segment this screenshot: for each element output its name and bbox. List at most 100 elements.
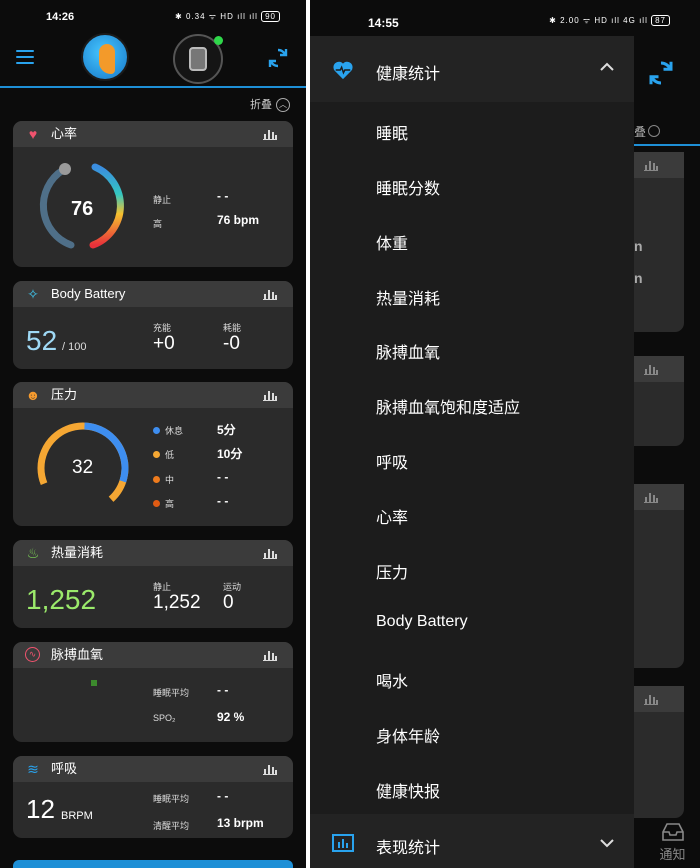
drawer-item-respiration[interactable]: 呼吸	[376, 449, 408, 473]
drawer-item-pulse-ox-acclimation[interactable]: 脉搏血氧饱和度适应	[376, 394, 520, 418]
stress-person-icon: ☻	[25, 387, 41, 403]
calories-card[interactable]: ♨ 热量消耗 1,252 静止 1,252 运动 0	[13, 540, 293, 628]
stress-row-label: 低	[165, 450, 175, 460]
performance-stats-header[interactable]: 表现统计	[310, 814, 634, 868]
body-battery-icon: ✧	[27, 286, 39, 302]
heart-icon: ♥	[28, 126, 38, 142]
card-title: 脉搏血氧	[51, 647, 104, 662]
bar-chart-icon[interactable]	[263, 288, 277, 300]
collapse-toggle[interactable]: 折叠 ︿	[250, 96, 290, 113]
respiration-unit: BRPM	[61, 810, 93, 822]
status-icons: ✱ 2.00 ᯤ HD ıll 4G ıll 87	[549, 15, 670, 26]
drawer-item-hydration[interactable]: 喝水	[376, 668, 408, 692]
battery-icon: 87	[651, 15, 670, 26]
card-header: ♨ 热量消耗	[13, 540, 293, 566]
watch-device-icon[interactable]	[173, 34, 223, 84]
status-icons-text: ✱ 2.00 ᯤ HD ıll 4G ıll	[549, 16, 648, 25]
drawer-item-sleep-score[interactable]: 睡眠分数	[376, 175, 440, 199]
stress-row-value: 5分	[217, 423, 236, 437]
stress-row-label: 中	[165, 475, 175, 485]
bar-chart-icon[interactable]	[263, 128, 277, 140]
chevron-up-icon	[600, 62, 614, 71]
bar-chart-icon[interactable]	[263, 547, 277, 559]
drawer-item-pulse-ox[interactable]: 脉搏血氧	[376, 339, 440, 363]
app-bar	[0, 30, 306, 88]
spo2-value: 92 %	[217, 710, 245, 724]
high-label: 高	[153, 219, 163, 229]
heart-rate-value: 76	[71, 198, 94, 220]
chevron-up-icon	[648, 125, 660, 137]
drawer-item-calories[interactable]: 热量消耗	[376, 285, 440, 309]
card-header: ✧ Body Battery	[13, 281, 293, 307]
background-text: n	[634, 270, 643, 286]
calories-value: 1,252	[26, 584, 97, 615]
divider	[634, 144, 700, 146]
stress-row-low: 低	[153, 448, 174, 461]
bottom-bar[interactable]	[13, 860, 293, 868]
active-value: 0	[223, 592, 234, 613]
stress-row-value: 10分	[217, 447, 243, 461]
sync-icon[interactable]	[646, 58, 676, 88]
stress-row-label: 休息	[165, 426, 184, 436]
performance-chart-icon	[332, 834, 354, 852]
background-text: n	[634, 238, 643, 254]
drawer-item-stress[interactable]: 压力	[376, 559, 408, 583]
stress-card[interactable]: ☻ 压力 32 休息 5分 低 10分 中 - - 高 - -	[13, 382, 293, 526]
battery-icon: 90	[261, 11, 280, 22]
card-title: 心率	[51, 126, 78, 141]
drain-value: -0	[223, 333, 240, 354]
background-card	[634, 484, 684, 668]
drawer-item-body-battery[interactable]: Body Battery	[376, 613, 468, 631]
seahorse-icon	[99, 44, 115, 74]
drawer-item-weight[interactable]: 体重	[376, 230, 408, 254]
card-title: 压力	[51, 387, 78, 402]
flame-icon: ♨	[26, 545, 40, 561]
stress-value: 32	[72, 457, 94, 478]
respiration-card[interactable]: ≋ 呼吸 12 BRPM 睡眠平均 - - 清醒平均 13 brpm	[13, 756, 293, 838]
status-time: 14:55	[368, 16, 399, 30]
drawer-item-health-snapshot[interactable]: 健康快报	[376, 778, 440, 802]
avatar[interactable]	[81, 33, 129, 81]
navigation-drawer: 健康统计 睡眠 睡眠分数 体重 热量消耗 脉搏血氧 脉搏血氧饱和度适应 呼吸 心…	[310, 36, 634, 868]
notifications-tab[interactable]: 通知	[645, 820, 700, 868]
rest-value: - -	[217, 189, 229, 203]
heart-pulse-icon	[333, 61, 353, 80]
status-bar: 14:26 ✱ 0.34 ᯤ HD ıll ıll 90	[0, 0, 306, 30]
body-battery-value: 52	[26, 325, 58, 356]
card-header: ☻ 压力	[13, 382, 293, 408]
chevron-up-icon: ︿	[276, 98, 290, 113]
sleep-average-label: 睡眠平均	[153, 688, 190, 698]
background-card	[634, 686, 684, 818]
bar-chart-icon[interactable]	[263, 389, 277, 401]
high-value: 76 bpm	[217, 213, 260, 227]
status-time: 14:26	[46, 11, 75, 23]
stress-row-value: - -	[217, 494, 229, 508]
connected-dot	[214, 36, 223, 45]
pulse-ox-card[interactable]: ∿ 脉搏血氧 睡眠平均 - - SPO₂ 92 %	[13, 642, 293, 742]
performance-stats-label: 表现统计	[376, 840, 441, 857]
inbox-icon	[661, 823, 684, 841]
status-bar: 14:55 ✱ 2.00 ᯤ HD ıll 4G ıll 87	[310, 0, 700, 30]
bar-chart-icon[interactable]	[263, 763, 277, 775]
stress-row-high: 高	[153, 497, 174, 510]
drawer-item-heart-rate[interactable]: 心率	[376, 504, 408, 528]
body-battery-card[interactable]: ✧ Body Battery 52 / 100 充能 +0 耗能 -0	[13, 281, 293, 369]
spo2-marker	[91, 680, 97, 686]
sync-icon[interactable]	[266, 46, 290, 70]
card-header: ≋ 呼吸	[13, 756, 293, 782]
background-dashboard: 叠 n n	[634, 36, 700, 868]
status-icons-text: ✱ 0.34 ᯤ HD ıll ıll	[175, 12, 258, 21]
card-title: 热量消耗	[51, 545, 104, 560]
health-stats-label: 健康统计	[376, 66, 441, 83]
card-title: Body Battery	[51, 286, 126, 301]
menu-icon[interactable]	[16, 50, 34, 64]
health-stats-header[interactable]: 健康统计	[310, 36, 634, 102]
charge-value: +0	[153, 333, 175, 354]
spo2-label: SPO₂	[153, 713, 176, 723]
drawer-item-sleep[interactable]: 睡眠	[376, 120, 408, 144]
wind-icon: ≋	[27, 761, 39, 777]
drawer-item-fitness-age[interactable]: 身体年龄	[376, 723, 440, 747]
bar-chart-icon[interactable]	[263, 649, 277, 661]
heart-rate-card[interactable]: ♥ 心率 76 静止 - - 高 76 bpm	[13, 121, 293, 267]
awake-average-value: 13 brpm	[217, 816, 264, 830]
